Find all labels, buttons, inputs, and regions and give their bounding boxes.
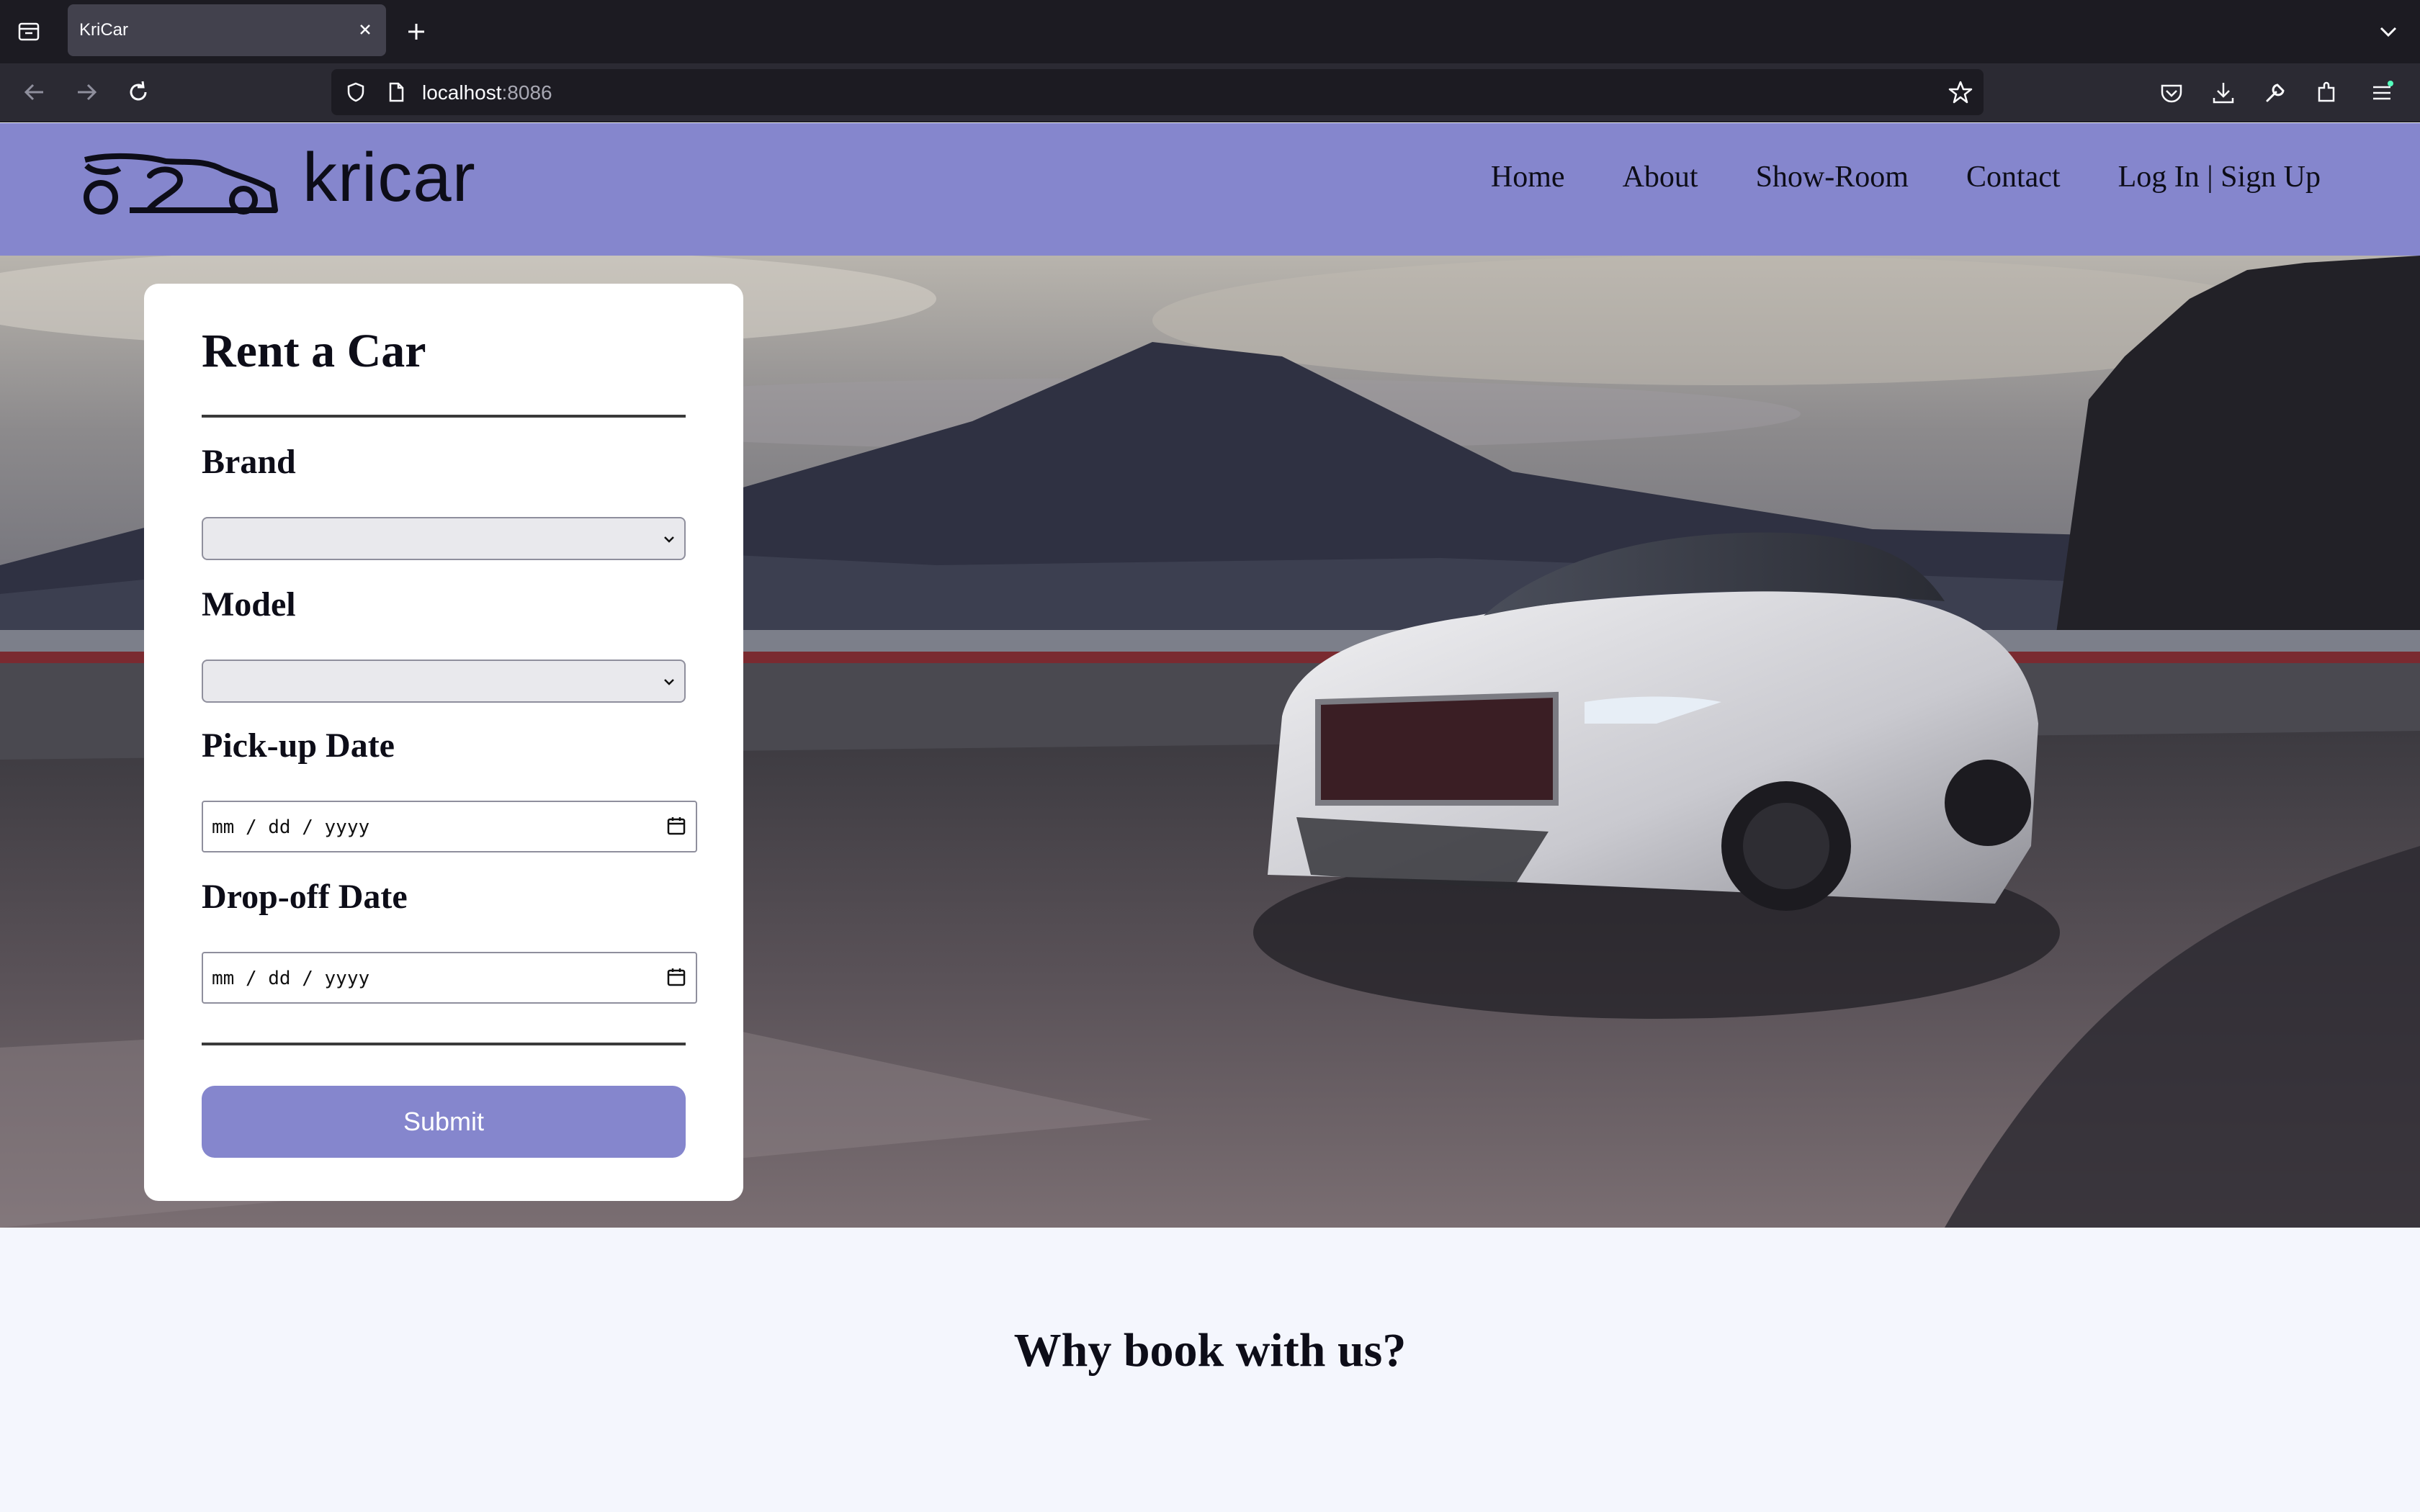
car-logo-icon[interactable] [79, 147, 279, 216]
nav-showroom[interactable]: Show-Room [1756, 160, 1909, 194]
nav-login-signup[interactable]: Log In | Sign Up [2118, 160, 2321, 194]
submit-button[interactable]: Submit [202, 1086, 686, 1158]
browser-tab-active[interactable]: KriCar [68, 4, 386, 56]
rent-car-form: Rent a Car Brand Model Pick-up Date mm /… [144, 284, 743, 1201]
chevron-down-icon [664, 536, 674, 543]
dropoff-date-label: Drop-off Date [202, 878, 408, 916]
tab-title: KriCar [79, 20, 129, 40]
site-logo-text[interactable]: kricar [302, 138, 476, 217]
form-divider-top [202, 415, 686, 418]
download-icon[interactable] [2210, 79, 2237, 107]
nav-contact[interactable]: Contact [1966, 160, 2061, 194]
dropoff-date-input[interactable]: mm / dd / yyyy [202, 952, 697, 1004]
why-book-heading: Why book with us? [1013, 1324, 1407, 1377]
form-title: Rent a Car [202, 325, 426, 377]
site-nav: Home About Show-Room Contact Log In | Si… [1433, 160, 2321, 194]
tab-overview-icon[interactable] [14, 17, 43, 46]
brand-label: Brand [202, 443, 296, 481]
star-icon[interactable] [1948, 79, 1973, 105]
nav-home[interactable]: Home [1491, 160, 1565, 194]
pickup-date-input[interactable]: mm / dd / yyyy [202, 801, 697, 852]
form-divider-bottom [202, 1043, 686, 1045]
url-text[interactable]: localhost:8086 [422, 81, 552, 104]
dropoff-date-placeholder: mm / dd / yyyy [212, 968, 370, 989]
url-bar[interactable]: localhost:8086 [331, 69, 1984, 115]
model-label: Model [202, 585, 296, 624]
wrench-icon[interactable] [2262, 79, 2289, 107]
extensions-icon[interactable] [2313, 79, 2341, 107]
back-arrow-icon[interactable] [20, 78, 49, 107]
model-select[interactable] [202, 660, 686, 703]
pocket-icon[interactable] [2158, 79, 2185, 107]
menu-icon[interactable] [2368, 79, 2396, 107]
chevron-down-icon [664, 679, 674, 685]
shield-icon[interactable] [344, 81, 367, 104]
plus-icon[interactable] [402, 17, 431, 46]
calendar-icon[interactable] [666, 815, 687, 837]
pickup-date-placeholder: mm / dd / yyyy [212, 816, 370, 838]
browser-tab-bar: KriCar [0, 0, 2420, 63]
reload-icon[interactable] [124, 78, 153, 107]
chevron-down-icon[interactable] [2375, 19, 2401, 45]
forward-arrow-icon[interactable] [72, 78, 101, 107]
page-icon[interactable] [385, 81, 408, 104]
nav-about[interactable]: About [1623, 160, 1698, 194]
close-icon[interactable] [354, 19, 376, 40]
brand-select[interactable] [202, 517, 686, 560]
calendar-icon[interactable] [666, 966, 687, 988]
pickup-date-label: Pick-up Date [202, 726, 395, 765]
browser-nav-bar: localhost:8086 [0, 63, 2420, 122]
